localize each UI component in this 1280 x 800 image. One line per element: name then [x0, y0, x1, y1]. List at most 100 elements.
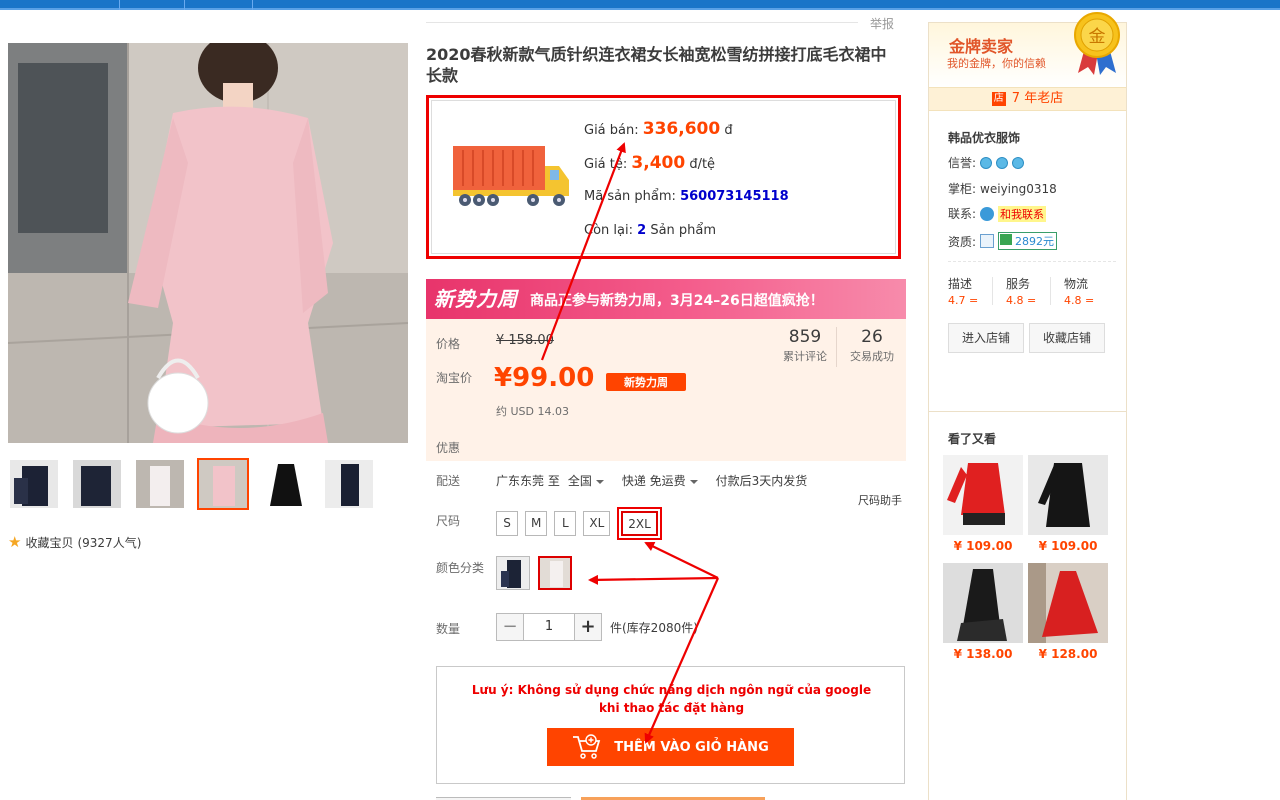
certificate-icon[interactable] — [980, 234, 995, 248]
dsr-divider — [1050, 277, 1051, 305]
promo-banner[interactable]: 新势力周 商品正参与新势力周，3月24–26日超值疯抢！ — [426, 279, 906, 319]
credit-row: 信誉: — [948, 154, 1025, 171]
quantity-stepper: − 1 + 件(库存2080件) — [496, 613, 698, 641]
keeper-name[interactable]: weiying0318 — [980, 182, 1057, 196]
express-select[interactable]: 快递 免运费 — [622, 472, 708, 489]
title-divider — [426, 22, 858, 23]
deals-count: 26 — [861, 327, 883, 347]
thumbnail-5[interactable] — [260, 458, 312, 510]
size-option-l[interactable]: L — [554, 511, 577, 536]
color-option-navy[interactable] — [496, 556, 530, 590]
size-option-2xl[interactable]: 2XL — [617, 507, 662, 540]
dsr-service: 服务 4.8 = — [1006, 277, 1037, 307]
remaining-row: Còn lại: 2 Sản phẩm — [584, 220, 789, 254]
crown-icon — [996, 156, 1009, 169]
quantity-label: 数量 — [436, 622, 461, 636]
exchange-rate-label: Giá tệ: — [584, 157, 628, 172]
shop-icon: 店 — [991, 91, 1006, 106]
svg-text:金: 金 — [1089, 27, 1106, 47]
size-helper-link[interactable]: 尺码助手 — [858, 492, 902, 508]
annotation-arrow — [588, 574, 719, 585]
dsr-logistics: 物流 4.8 = — [1064, 277, 1095, 307]
shop-panel: 金牌卖家 我的金牌，你的信赖 金 店7 年老店 韩品优衣服饰 信誉: 掌柜: w… — [928, 12, 1127, 412]
deals-label: 交易成功 — [850, 350, 894, 363]
color-option-light[interactable] — [538, 556, 572, 590]
vn-price-info-box: Giá bán: 336,600 đ Giá tệ: 3,400 đ/tệ Mã… — [426, 95, 901, 259]
gold-medal-icon: 金 — [1074, 12, 1120, 75]
exchange-rate-value: 3,400 — [631, 153, 686, 173]
top-nav-segment[interactable] — [120, 0, 185, 10]
taobao-price-label: 淘宝价 — [436, 371, 473, 385]
dsr-description: 描述 4.7 = — [948, 277, 979, 307]
sell-price-row: Giá bán: 336,600 đ — [584, 118, 789, 152]
recommend-item[interactable]: ¥ 128.00 — [1028, 563, 1108, 661]
star-icon: ★ — [8, 533, 22, 551]
product-code-label: Mã sản phẩm: — [584, 189, 676, 204]
delivery-to-select[interactable]: 全国 — [568, 472, 614, 489]
recommend-item[interactable]: ¥ 109.00 — [1028, 455, 1108, 553]
recommend-image[interactable] — [943, 563, 1023, 643]
recommend-image[interactable] — [1028, 455, 1108, 535]
delivery-row: 广东东莞 至 全国 快递 免运费 付款后3天内发货 — [496, 472, 807, 489]
recommend-price: ¥ 128.00 — [1038, 647, 1098, 661]
report-link[interactable]: 举报 — [870, 15, 894, 32]
container-truck-icon — [453, 146, 569, 206]
discount-label: 优惠 — [436, 441, 461, 455]
shop-divider — [948, 261, 1116, 262]
crown-icon — [980, 156, 993, 169]
see-also-panel: 看了又看 ¥ 109.00 ¥ 109.00 ¥ 138.00 ¥ 128.00 — [928, 411, 1127, 800]
gold-seller-title: 金牌卖家 — [949, 37, 1014, 56]
recommend-image[interactable] — [943, 455, 1023, 535]
size-option-m[interactable]: M — [525, 511, 548, 536]
thumbnail-4[interactable] — [197, 458, 249, 510]
delivery-from: 广东东莞 至 — [496, 474, 560, 488]
gold-seller-subtitle: 我的金牌，你的信赖 — [947, 57, 1046, 70]
price-label: 价格 — [436, 337, 461, 351]
size-label: 尺码 — [436, 514, 461, 528]
quantity-input[interactable]: 1 — [524, 613, 574, 641]
favorite-count: (9327人气) — [77, 535, 142, 550]
dsr-divider — [992, 277, 993, 305]
thumbnail-1[interactable] — [8, 458, 60, 510]
sell-price-label: Giá bán: — [584, 123, 639, 138]
thumbnail-3[interactable] — [134, 458, 186, 510]
recommend-item[interactable]: ¥ 138.00 — [943, 563, 1023, 661]
remaining-value: 2 — [637, 223, 647, 238]
recommend-item[interactable]: ¥ 109.00 — [943, 455, 1023, 553]
main-product-image[interactable] — [8, 43, 408, 443]
promo-tag: 新势力周 — [606, 373, 686, 391]
thumbnail-2[interactable] — [71, 458, 123, 510]
chat-icon — [980, 206, 995, 221]
add-to-cart-button[interactable]: THÊM VÀO GIỎ HÀNG — [547, 728, 794, 766]
size-options: S M L XL 2XL — [496, 507, 662, 540]
color-options — [496, 556, 572, 590]
quantity-decrease-button[interactable]: − — [496, 613, 524, 641]
remaining-label: Còn lại: — [584, 223, 633, 238]
old-shop-badge: 店7 年老店 — [929, 87, 1126, 111]
size-option-xl[interactable]: XL — [583, 511, 611, 536]
size-option-s[interactable]: S — [496, 511, 518, 536]
collect-shop-button[interactable]: 收藏店铺 — [1029, 323, 1105, 353]
product-code-row: Mã sản phẩm: 560073145118 — [584, 186, 789, 220]
recommend-price: ¥ 109.00 — [953, 539, 1013, 553]
favorite-label: 收藏宝贝 — [25, 535, 74, 550]
shop-name[interactable]: 韩品优衣服饰 — [948, 129, 1020, 146]
top-nav-segment[interactable] — [185, 0, 253, 10]
contact-me-link[interactable]: 和我联系 — [998, 205, 1047, 222]
add-to-cart-label: THÊM VÀO GIỎ HÀNG — [614, 739, 769, 755]
original-price: ¥ 158.00 — [496, 333, 554, 348]
recommend-price: ¥ 109.00 — [1038, 539, 1098, 553]
favorite-item[interactable]: ★ 收藏宝贝 (9327人气) — [8, 533, 141, 551]
exchange-rate-row: Giá tệ: 3,400 đ/tệ — [584, 152, 789, 186]
color-label: 颜色分类 — [436, 561, 485, 575]
quantity-increase-button[interactable]: + — [574, 613, 602, 641]
recommend-image[interactable] — [1028, 563, 1108, 643]
top-nav-segment[interactable] — [0, 0, 120, 10]
reviews-stat[interactable]: 859 累计评论 — [780, 327, 830, 364]
deposit-badge[interactable]: 2892元 — [998, 232, 1058, 250]
enter-shop-button[interactable]: 进入店铺 — [948, 323, 1024, 353]
contact-row: 联系: 和我联系 — [948, 205, 1047, 222]
add-to-cart-box: Lưu ý: Không sử dụng chức năng dịch ngôn… — [436, 666, 905, 784]
ship-time: 付款后3天内发货 — [715, 474, 808, 488]
thumbnail-6[interactable] — [323, 458, 375, 510]
